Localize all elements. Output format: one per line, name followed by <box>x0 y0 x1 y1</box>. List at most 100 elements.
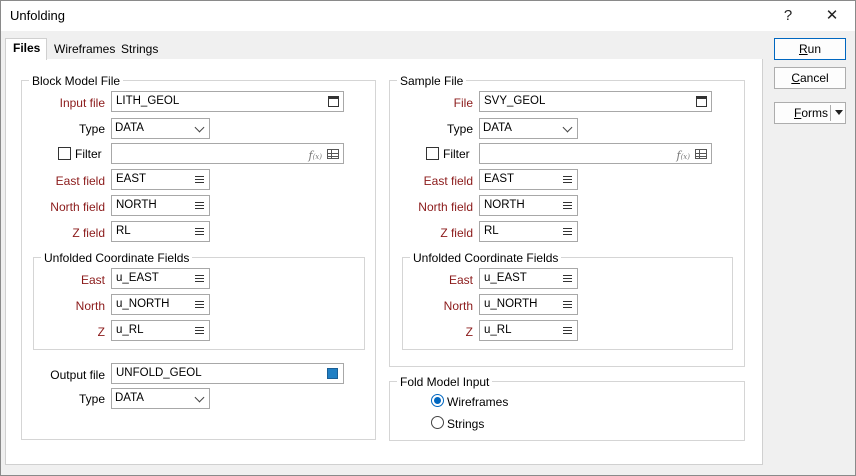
sample-unfolded-fields-title: Unfolded Coordinate Fields <box>410 251 562 265</box>
sample-z-field[interactable]: RL <box>479 221 578 242</box>
east-field-value: EAST <box>116 173 147 185</box>
output-type-label: Type <box>78 392 105 406</box>
unfolded-north-label: North <box>75 299 105 313</box>
chevron-down-icon <box>194 122 205 133</box>
unfolded-north-value: u_NORTH <box>116 298 170 310</box>
strings-radio[interactable] <box>431 416 444 429</box>
expression-editor-icon[interactable] <box>327 149 339 159</box>
run-mnemonic: R <box>798 42 808 56</box>
fold-model-group <box>389 381 745 441</box>
z-field[interactable]: RL <box>111 221 210 242</box>
sample-east-value: EAST <box>484 173 515 185</box>
list-icon[interactable] <box>195 274 204 283</box>
color-swatch-icon[interactable] <box>327 368 338 379</box>
sample-unfolded-east-field[interactable]: u_EAST <box>479 268 578 289</box>
unfolded-z-field[interactable]: u_RL <box>111 320 210 341</box>
output-file-field[interactable]: UNFOLD_GEOL <box>111 363 344 384</box>
browse-icon[interactable] <box>696 96 707 107</box>
forms-label-rest: orms <box>801 106 829 120</box>
help-button[interactable]: ? <box>768 1 808 31</box>
output-file-label: Output file <box>50 368 105 382</box>
wireframes-radio-label: Wireframes <box>447 395 509 409</box>
function-icon[interactable]: f(x) <box>677 146 691 167</box>
title-bar <box>1 1 855 31</box>
run-button[interactable]: Run <box>774 38 846 60</box>
forms-split-divider <box>830 105 831 121</box>
filter-field[interactable]: f(x) <box>111 143 344 164</box>
sample-z-field-label: Z field <box>440 226 473 240</box>
forms-dropdown-icon[interactable] <box>835 110 843 115</box>
z-field-value: RL <box>116 225 131 237</box>
filter-checkbox[interactable] <box>58 147 71 160</box>
list-icon[interactable] <box>195 326 204 335</box>
east-field[interactable]: EAST <box>111 169 210 190</box>
function-icon[interactable]: f(x) <box>309 146 323 167</box>
list-icon[interactable] <box>563 175 572 184</box>
unfolded-east-field[interactable]: u_EAST <box>111 268 210 289</box>
sample-north-field-label: North field <box>418 200 473 214</box>
sample-filter-checkbox[interactable] <box>426 147 439 160</box>
unfolded-east-label: East <box>80 273 105 287</box>
sample-unfolded-z-field[interactable]: u_RL <box>479 320 578 341</box>
sample-east-field-label: East field <box>423 174 473 188</box>
window-title: Unfolding <box>10 8 65 23</box>
sample-type-value: DATA <box>483 122 512 134</box>
sample-type-select[interactable]: DATA <box>479 118 578 139</box>
list-icon[interactable] <box>563 201 572 210</box>
sample-unfolded-north-field[interactable]: u_NORTH <box>479 294 578 315</box>
close-button[interactable]: ✕ <box>812 1 852 31</box>
unfolded-north-field[interactable]: u_NORTH <box>111 294 210 315</box>
block-model-group-title: Block Model File <box>29 74 124 88</box>
sample-unfolded-z-value: u_RL <box>484 324 512 336</box>
list-icon[interactable] <box>195 300 204 309</box>
chevron-down-icon <box>194 392 205 403</box>
tab-strings[interactable]: Strings <box>118 40 161 60</box>
sample-unfolded-east-value: u_EAST <box>484 272 527 284</box>
sample-unfolded-east-label: East <box>448 273 473 287</box>
browse-icon[interactable] <box>328 96 339 107</box>
north-field[interactable]: NORTH <box>111 195 210 216</box>
cancel-label-rest: ancel <box>799 71 829 85</box>
unfolded-fields-title: Unfolded Coordinate Fields <box>41 251 193 265</box>
tab-files[interactable]: Files <box>5 38 47 60</box>
sample-file-value: SVY_GEOL <box>484 95 546 107</box>
input-file-field[interactable]: LITH_GEOL <box>111 91 344 112</box>
strings-radio-label: Strings <box>447 417 485 431</box>
north-field-value: NORTH <box>116 199 157 211</box>
list-icon[interactable] <box>195 201 204 210</box>
sample-filter-field[interactable]: f(x) <box>479 143 712 164</box>
sample-east-field[interactable]: EAST <box>479 169 578 190</box>
list-icon[interactable] <box>563 300 572 309</box>
filter-label: Filter <box>75 147 102 161</box>
list-icon[interactable] <box>195 175 204 184</box>
z-field-label: Z field <box>72 226 105 240</box>
type-select[interactable]: DATA <box>111 118 210 139</box>
unfolded-east-value: u_EAST <box>116 272 159 284</box>
input-file-label: Input file <box>59 96 105 110</box>
cancel-mnemonic: C <box>791 71 800 85</box>
list-icon[interactable] <box>563 326 572 335</box>
list-icon[interactable] <box>563 274 572 283</box>
forms-button[interactable]: Forms <box>774 102 846 124</box>
cancel-button[interactable]: Cancel <box>774 67 846 89</box>
sample-unfolded-north-label: North <box>443 299 473 313</box>
list-icon[interactable] <box>195 227 204 236</box>
chevron-down-icon <box>562 122 573 133</box>
sample-z-value: RL <box>484 225 499 237</box>
output-type-select[interactable]: DATA <box>111 388 210 409</box>
sample-unfolded-z-label: Z <box>465 325 473 339</box>
tab-wireframes[interactable]: Wireframes <box>51 40 118 60</box>
list-icon[interactable] <box>563 227 572 236</box>
sample-file-field[interactable]: SVY_GEOL <box>479 91 712 112</box>
output-type-value: DATA <box>115 392 144 404</box>
input-file-value: LITH_GEOL <box>116 95 180 107</box>
sample-type-label: Type <box>446 122 473 136</box>
type-value: DATA <box>115 122 144 134</box>
north-field-label: North field <box>50 200 105 214</box>
sample-north-field[interactable]: NORTH <box>479 195 578 216</box>
wireframes-radio[interactable] <box>431 394 444 407</box>
sample-filter-label: Filter <box>443 147 470 161</box>
run-label-rest: un <box>807 42 822 56</box>
sample-north-value: NORTH <box>484 199 525 211</box>
expression-editor-icon[interactable] <box>695 149 707 159</box>
